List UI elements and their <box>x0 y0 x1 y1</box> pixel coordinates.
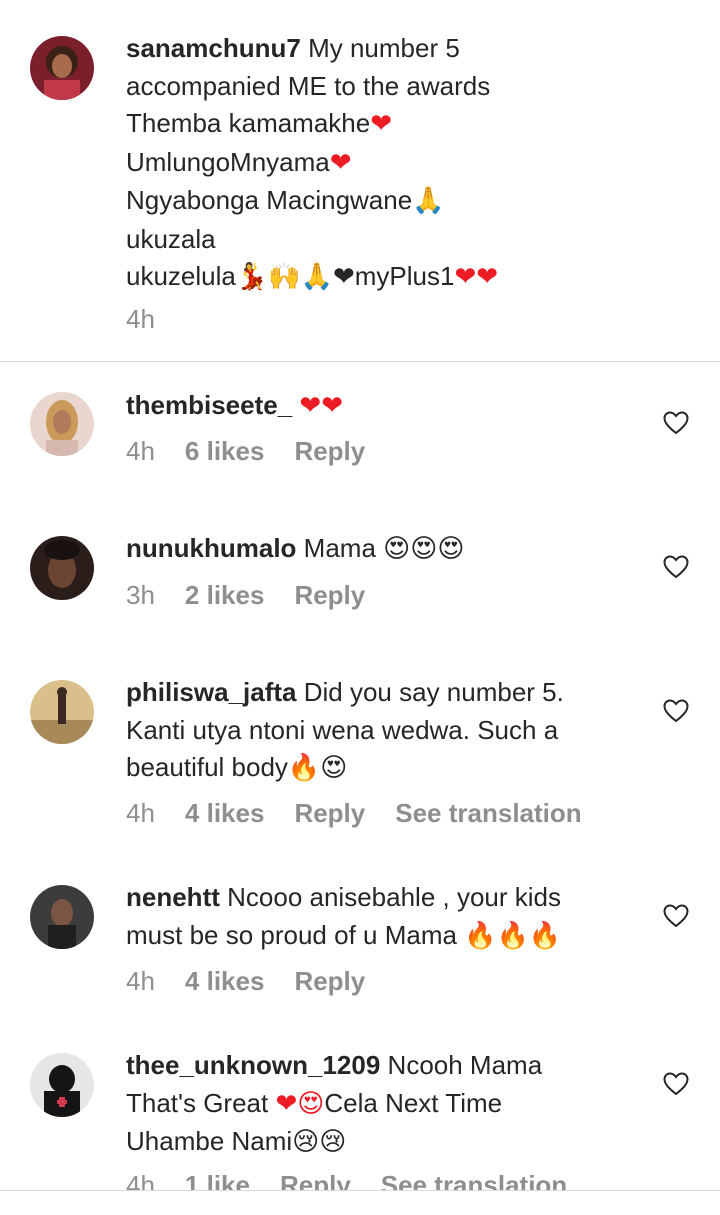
heart-emoji: ❤ <box>370 109 393 139</box>
emoji-quick-reply-bar <box>0 1190 720 1215</box>
avatar-nenehtt[interactable] <box>30 885 94 949</box>
heart-emoji: ❤ <box>329 147 352 178</box>
comment-username[interactable]: philiswa_jafta <box>126 677 297 707</box>
pray-emoji: 🙏 <box>412 186 445 216</box>
comment-meta-clipped: 4h 1 like Reply See translation <box>0 1170 720 1190</box>
reply-button[interactable]: Reply <box>294 798 365 828</box>
comment-likes[interactable]: 6 likes <box>185 436 265 466</box>
reply-button[interactable]: Reply <box>280 1170 351 1190</box>
comment-username[interactable]: nunukhumalo <box>126 533 296 563</box>
comments-screen: sanamchunu7 My number 5 accompanied ME t… <box>0 0 720 1215</box>
comment-likes[interactable]: 2 likes <box>185 580 265 610</box>
comment-meta: 4h 4 likes Reply See translation <box>126 798 612 829</box>
comment-text-line: ukuzala <box>126 223 216 254</box>
avatar-nunukhumalo[interactable] <box>30 536 94 600</box>
heart-eyes-emoji: 😍😍😍 <box>383 534 465 564</box>
comment-text: Mama <box>303 533 376 563</box>
comment-text-line: accompanied ME to the awards <box>126 70 491 101</box>
avatar-philiswa-jafta[interactable] <box>30 680 94 744</box>
comment-text-line: Ncooh Mama <box>387 1050 543 1080</box>
comment-meta: 4h <box>126 304 185 335</box>
comment-meta: 4h 4 likes Reply <box>126 966 395 997</box>
heart-emoji: ❤❤ <box>299 391 343 421</box>
fire-heart-eyes-emoji: 🔥😍 <box>287 753 348 783</box>
comment-text-line: My number 5 <box>308 33 460 63</box>
reply-button[interactable]: Reply <box>294 580 365 610</box>
heart-emoji: ❤❤ <box>454 262 499 292</box>
heart-outline-icon[interactable] <box>663 699 689 723</box>
comment-text-line: must be so proud of u Mama <box>126 919 457 950</box>
comment-text-line: Ncooo anisebahle , your kids <box>227 882 561 912</box>
see-translation-button[interactable]: See translation <box>395 798 581 828</box>
heart-outline-icon[interactable] <box>663 555 689 579</box>
comment-text-line: Cela Next Time <box>324 1087 503 1118</box>
comment-text-line: Themba kamamakhe <box>126 108 371 138</box>
reply-button[interactable]: Reply <box>294 436 365 466</box>
comment-text-line: That's Great <box>126 1087 269 1118</box>
comment-text-line: Ngyabonga Macingwane <box>126 185 413 215</box>
comment-text-line: Kanti utya ntoni wena wedwa. Such a <box>126 714 559 745</box>
comment-time: 4h <box>126 798 155 828</box>
comment-time: 4h <box>126 436 155 466</box>
comment-text-line: beautiful body <box>126 752 288 782</box>
comment-likes[interactable]: 1 like <box>185 1170 250 1190</box>
avatar-sanamchunu7[interactable] <box>30 36 94 100</box>
comment-meta: 3h 2 likes Reply <box>126 580 395 611</box>
comment-meta: 4h 6 likes Reply <box>126 436 395 467</box>
comment-username[interactable]: sanamchunu7 <box>126 33 301 63</box>
comment-time: 4h <box>126 1170 155 1190</box>
comment-username[interactable]: thembiseete_ <box>126 390 292 420</box>
avatar-thembiseete[interactable] <box>30 392 94 456</box>
comment-meta: 4h 1 like Reply See translation <box>126 1170 597 1190</box>
caption-divider <box>0 361 720 362</box>
comment-time: 4h <box>126 966 155 996</box>
fire-emoji: 🔥🔥🔥 <box>464 920 562 951</box>
reply-button[interactable]: Reply <box>294 966 365 996</box>
heart-outline-icon[interactable] <box>663 411 689 435</box>
comment-time: 3h <box>126 580 155 610</box>
comment-likes[interactable]: 4 likes <box>185 966 265 996</box>
caption-text: sanamchunu7 My number 5 accompanied ME t… <box>126 30 626 297</box>
comment-text-line: UmlungoMnyama <box>126 146 330 177</box>
comment-text-line: Did you say number 5. <box>303 677 564 707</box>
emoji-group: 💃🙌🙏❤ <box>235 262 355 292</box>
heart-outline-icon[interactable] <box>663 1072 689 1096</box>
comment-username[interactable]: thee_unknown_1209 <box>126 1050 380 1080</box>
comment-text-line: ukuzelula <box>126 261 236 291</box>
avatar-thee-unknown-1209[interactable] <box>30 1053 94 1117</box>
comment-text-tail: myPlus1 <box>354 261 455 291</box>
comment-text-line: Uhambe Nami <box>126 1126 293 1156</box>
see-translation-button[interactable]: See translation <box>381 1170 567 1190</box>
comment-likes[interactable]: 4 likes <box>185 798 265 828</box>
heart-emoji: ❤😍 <box>275 1088 325 1119</box>
crying-emoji: 😢😢 <box>292 1127 347 1157</box>
heart-outline-icon[interactable] <box>663 904 689 928</box>
comment-username[interactable]: nenehtt <box>126 882 220 912</box>
comment-time: 4h <box>126 304 155 334</box>
